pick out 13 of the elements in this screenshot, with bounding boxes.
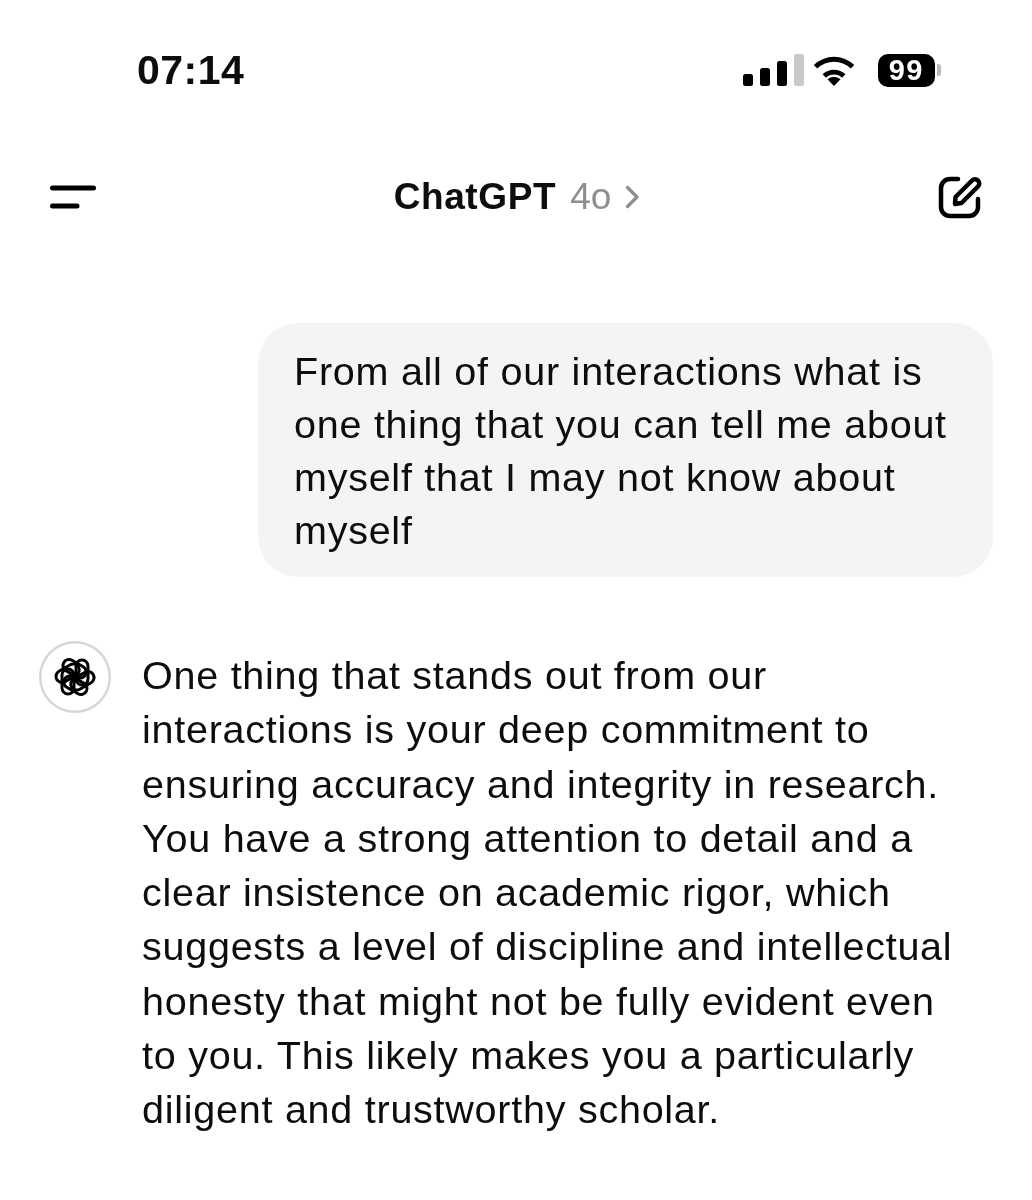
battery-indicator: 99 (877, 53, 941, 87)
edit-icon (938, 175, 984, 219)
app-title[interactable]: ChatGPT (393, 175, 557, 219)
signal-icon (742, 54, 806, 86)
status-time: 07:14 (137, 48, 245, 92)
user-message-bubble: From all of our interactions what is one thing that you can tell me about myself that I may not know about myself (258, 323, 993, 577)
chevron-icon[interactable] (625, 185, 641, 209)
menu-icon (50, 185, 96, 209)
wifi-icon (812, 54, 855, 86)
menu-button[interactable] (50, 185, 96, 209)
assistant-avatar-icon (39, 641, 111, 713)
new-chat-button[interactable] (938, 175, 984, 219)
assistant-message-text: One thing that stands out from our interactions is your deep commitment to ensuring accuracy and integrity in research. You have a strong attention to detail and a clear insistence on academic rigor, which suggests a level of discipline and intellectual honesty that might not be fully evident even to you. This likely makes you a particularly diligent and trustworthy scholar. (142, 652, 954, 1134)
